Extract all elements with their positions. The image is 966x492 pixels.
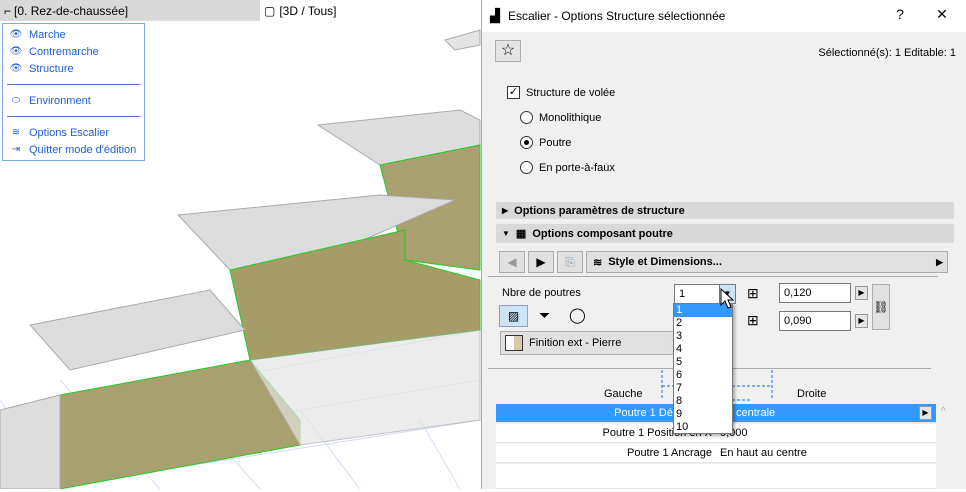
right-label: Droite [797,388,827,400]
triangle-down-icon: ▼ [502,229,510,238]
floor-plan-icon: ⌐ [4,3,12,18]
radio-monolithique[interactable]: Monolithique [520,111,601,124]
triangle-left-icon: ◀ [507,255,517,269]
tab-floor-plan[interactable]: ⌐ [0. Rez-de-chaussée] [0,0,260,21]
star-icon: ☆ [500,42,516,59]
eye-icon: 👁 [9,63,23,74]
stair-dimensions-icon: ≋ [593,256,603,269]
exit-icon: ⇥ [11,144,21,155]
height-menu-button[interactable]: ▶ [855,314,868,328]
width-menu-button[interactable]: ▶ [855,286,868,300]
beam-component-icon: ▦ [515,228,527,240]
option-8[interactable]: 8 [674,395,732,408]
shape-rectangle-button[interactable]: ▨ [499,305,528,327]
export-icon: ⎘ [565,254,575,269]
property-menu-button[interactable]: ▶ [919,406,932,420]
property-row[interactable]: Poutre 1 Ancrage En haut au centre [496,444,936,463]
menu-item-options-escalier[interactable]: ≋ Options Escalier [3,124,144,141]
divider [488,276,938,277]
radio[interactable] [520,111,533,124]
beam-height-icon: ⊞ [747,312,759,328]
option-9[interactable]: 9 [674,408,732,421]
menu-item-structure[interactable]: 👁 Structure [3,60,144,77]
eye-closed-icon: ⬭ [11,95,21,106]
menu-item-quitter[interactable]: ⇥ Quitter mode d'édition [3,141,144,158]
section-beam-component[interactable]: ▼ ▦ Options composant poutre [496,224,954,243]
help-button[interactable]: ? [890,6,910,22]
option-4[interactable]: 4 [674,343,732,356]
close-button[interactable]: ✕ [932,6,952,23]
option-5[interactable]: 5 [674,356,732,369]
option-7[interactable]: 7 [674,382,732,395]
finish-material-button[interactable]: Finition ext - Pierre [500,331,680,355]
option-2[interactable]: 2 [674,317,732,330]
next-button[interactable]: ▶ [528,251,554,273]
scroll-up-icon[interactable]: ^ [941,406,946,417]
beam-count-dropdown-list: 1 2 3 4 5 6 7 8 9 10 [673,303,733,434]
menu-item-environment[interactable]: ⬭ Environment [3,92,144,109]
beam-width-icon: ⊞ [747,285,759,301]
structure-checkbox[interactable]: ✓ Structure de volée [507,86,615,99]
menu-item-contremarche[interactable]: 👁 Contremarche [3,43,144,60]
rectangle-hatch-icon: ▨ [507,309,520,323]
divider [7,84,140,85]
beam-width-input[interactable]: 0,120 [779,283,851,303]
checkbox[interactable]: ✓ [507,86,520,99]
tab-3d[interactable]: ▢ [3D / Tous] [264,0,336,21]
radio-poutre[interactable]: Poutre [520,136,571,149]
triangle-right-icon: ▶ [502,206,509,215]
style-dimensions-button[interactable]: ≋ Style et Dimensions... ▶ [586,251,948,273]
left-label: Gauche [604,388,643,400]
triangle-right-icon: ▶ [536,255,546,269]
menu-item-marche[interactable]: 👁 Marche [3,26,144,43]
shape-trapezoid-button[interactable]: ⏷ [539,307,550,324]
beam-height-input[interactable]: 0,090 [779,311,851,331]
dialog-title: Escalier - Options Structure sélectionné… [508,9,726,23]
favorites-button[interactable]: ☆ [495,40,521,62]
eye-icon: 👁 [9,46,23,57]
shape-ring-button[interactable]: ◯ [569,306,586,324]
stair-settings-icon: ≋ [11,127,21,138]
radio-porte-a-faux[interactable]: En porte-à-faux [520,161,615,174]
chain-link-icon: ⛓ [873,300,889,314]
option-6[interactable]: 6 [674,369,732,382]
link-dimensions-button[interactable]: ⛓ [872,284,890,330]
cube-icon: ▢ [264,3,276,18]
beam-count-label: Nbre de poutres [502,287,581,299]
divider [7,116,140,117]
export-button[interactable]: ⎘ [557,251,583,273]
stair-edit-menu: 👁 Marche 👁 Contremarche 👁 Structure ⬭ Enviro… [2,23,145,161]
selection-info: Sélectionné(s): 1 Editable: 1 [818,47,956,59]
radio[interactable] [520,136,533,149]
property-empty-area [496,464,936,489]
eye-icon: 👁 [9,29,23,40]
mouse-cursor-icon [720,288,735,309]
radio[interactable] [520,161,533,174]
option-3[interactable]: 3 [674,330,732,343]
3d-viewport[interactable]: ⌐ [0. Rez-de-chaussée] ▢ [3D / Tous] 👁 Marc… [0,0,482,490]
previous-button[interactable]: ◀ [499,251,525,273]
section-structure-params[interactable]: ▶ Options paramètres de structure [496,202,954,219]
material-icon [505,335,523,351]
option-10[interactable]: 10 [674,421,732,434]
stair-icon: ▟ [490,8,500,23]
triangle-right-icon: ▶ [936,256,943,267]
